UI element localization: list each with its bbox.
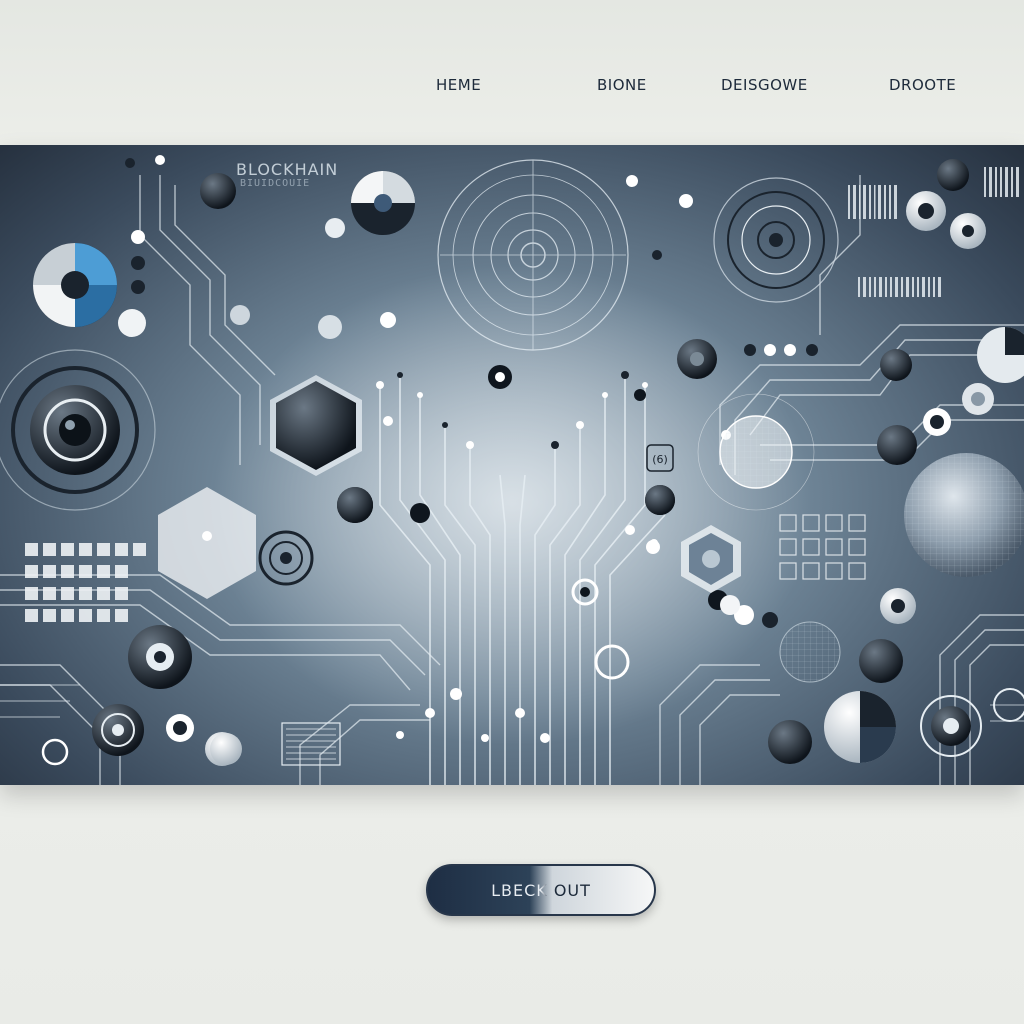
nav-link-droote[interactable]: DROOTE — [889, 76, 956, 94]
title-pie-icon — [351, 171, 415, 235]
cta-button[interactable]: LBECK OUT — [426, 864, 656, 916]
right-ornaments — [877, 159, 1024, 465]
hero-banner: (6) BLOCKHAIN BIUIDCOUIE — [0, 145, 1024, 785]
barcode-left — [848, 167, 1019, 297]
left-gear-dial-icon — [0, 349, 156, 511]
top-navigation-bar: HEME BIONE DEISGOWE DROOTE — [0, 0, 1024, 145]
center-glow — [212, 265, 812, 745]
circuit-illustration: (6) — [0, 155, 1024, 785]
globe-icon — [904, 453, 1024, 577]
hero-title: BLOCKHAIN — [236, 160, 339, 179]
nav-link-deisgowe[interactable]: DEISGOWE — [721, 76, 808, 94]
pie-gauge-icon — [33, 243, 117, 327]
nav-link-bione[interactable]: BIONE — [597, 76, 647, 94]
keypad-grid-left — [25, 543, 146, 622]
badge-label: (6) — [652, 453, 668, 466]
nav-link-home[interactable]: HEME — [436, 76, 481, 94]
hero-subtitle: BIUIDCOUIE — [240, 178, 311, 189]
cta-label: LBECK OUT — [491, 880, 591, 900]
